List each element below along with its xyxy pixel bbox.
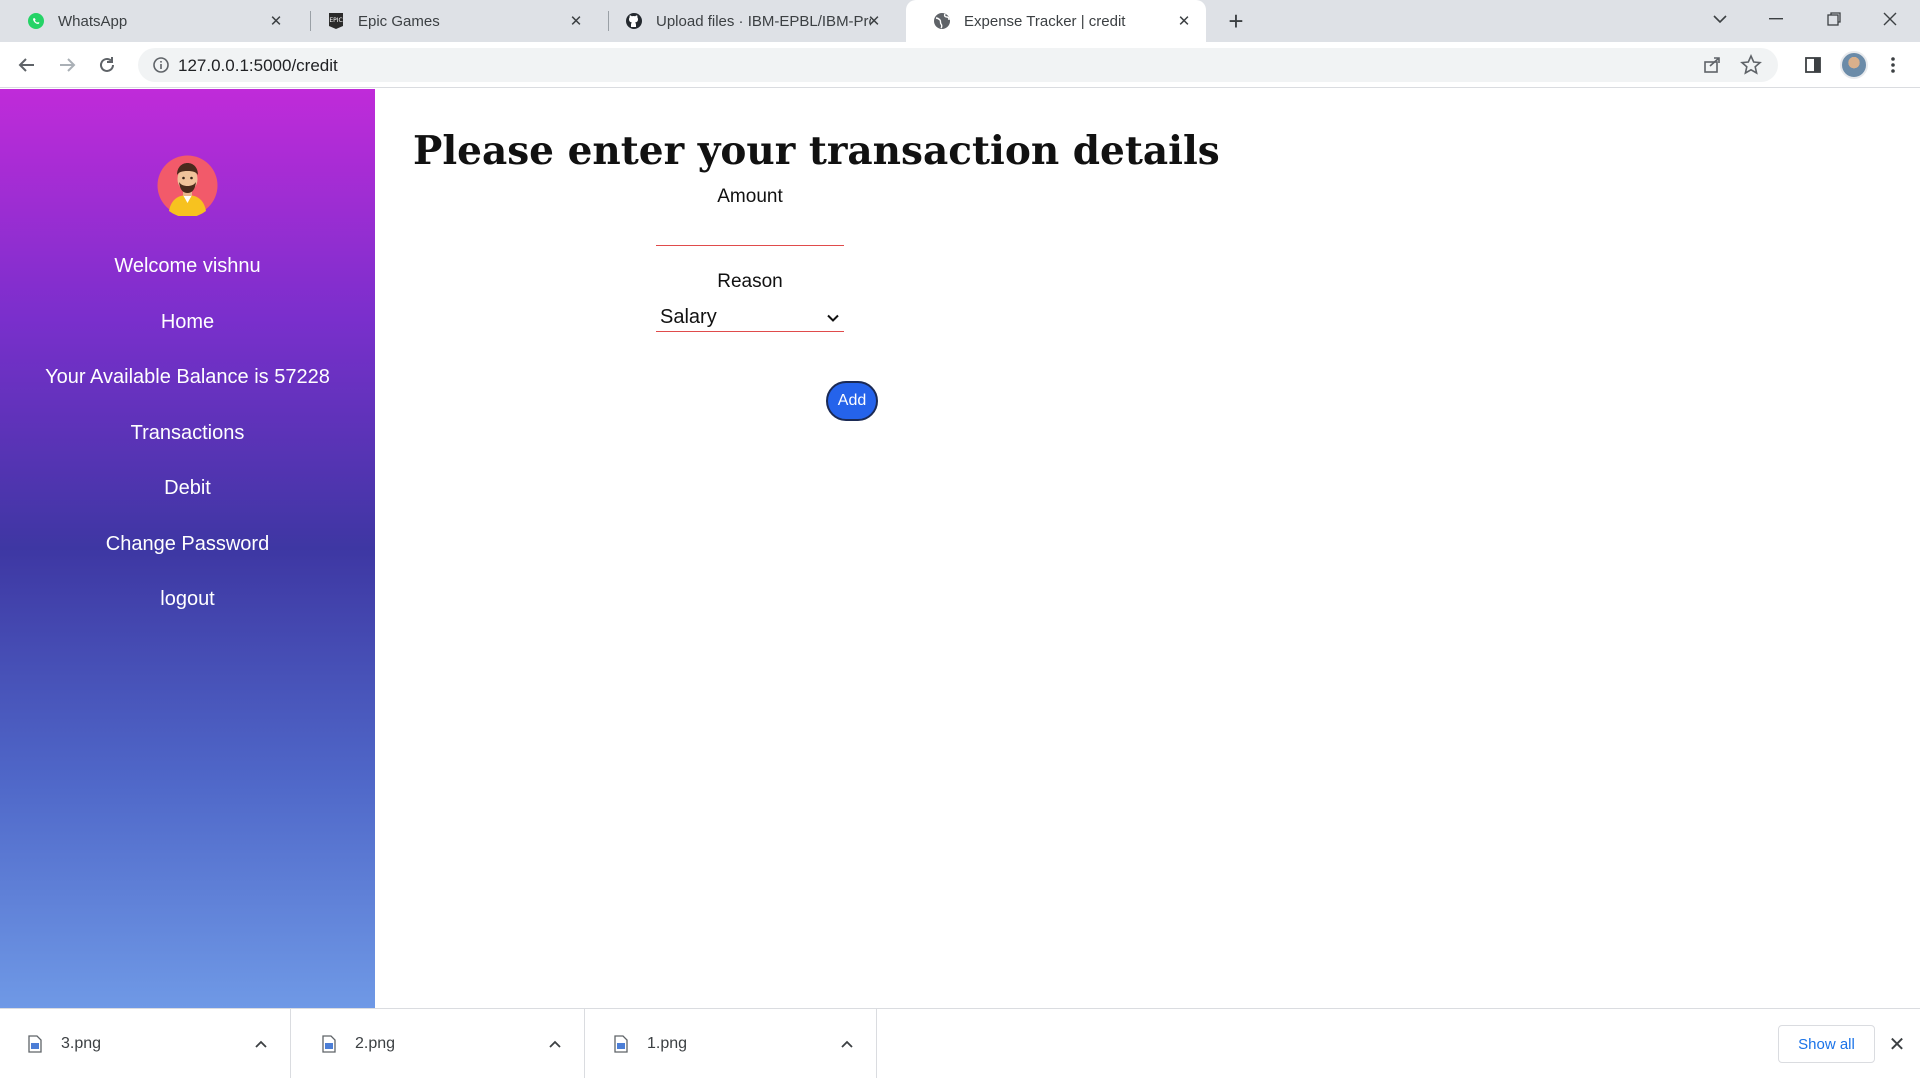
- chevron-up-icon[interactable]: [548, 1037, 562, 1051]
- download-item[interactable]: 1.png: [586, 1009, 877, 1078]
- tab-epic-games[interactable]: EPIC Epic Games ✕: [300, 0, 598, 42]
- amount-label: Amount: [717, 186, 783, 207]
- close-icon[interactable]: ✕: [1176, 13, 1192, 30]
- nav-logout[interactable]: logout: [0, 588, 375, 611]
- tab-title: WhatsApp: [58, 12, 128, 30]
- side-panel-icon[interactable]: [1800, 52, 1826, 78]
- amount-input[interactable]: [656, 220, 844, 246]
- chevron-down-icon: [826, 311, 840, 325]
- image-file-icon: [322, 1035, 336, 1053]
- tab-expense-tracker[interactable]: Expense Tracker | credit ✕: [906, 0, 1206, 42]
- browser-toolbar: 127.0.0.1:5000/credit: [0, 42, 1920, 88]
- nav-available-balance[interactable]: Your Available Balance is 57228: [0, 366, 375, 389]
- page-title: Please enter your transaction details: [413, 128, 1220, 174]
- reason-select[interactable]: Salary: [656, 304, 844, 332]
- reason-selected-value: Salary: [660, 306, 717, 328]
- download-file-name: 2.png: [355, 1035, 396, 1052]
- chevron-up-icon[interactable]: [254, 1037, 268, 1051]
- site-info-icon[interactable]: [152, 56, 170, 74]
- reload-icon[interactable]: [94, 52, 120, 78]
- tab-search-icon[interactable]: [1692, 0, 1748, 38]
- address-bar[interactable]: 127.0.0.1:5000/credit: [138, 48, 1778, 82]
- whatsapp-icon: [26, 11, 46, 31]
- tab-title: Expense Tracker | credit: [964, 12, 1126, 30]
- close-icon[interactable]: ✕: [866, 13, 882, 30]
- image-file-icon: [614, 1035, 628, 1053]
- tab-title: Epic Games: [358, 12, 440, 30]
- profile-avatar[interactable]: [1840, 51, 1868, 79]
- forward-arrow-icon[interactable]: [54, 52, 80, 78]
- menu-kebab-icon[interactable]: [1880, 52, 1906, 78]
- share-icon[interactable]: [1702, 55, 1722, 75]
- nav-transactions[interactable]: Transactions: [0, 422, 375, 445]
- close-icon[interactable]: ✕: [1886, 1033, 1908, 1056]
- nav-debit[interactable]: Debit: [0, 477, 375, 500]
- download-shelf: 3.png 2.png 1.png Show all ✕: [0, 1008, 1920, 1078]
- tab-github-upload[interactable]: Upload files · IBM-EPBL/IBM-Proj ✕: [598, 0, 896, 42]
- tab-whatsapp[interactable]: WhatsApp ✕: [0, 0, 298, 42]
- download-file-name: 1.png: [647, 1035, 688, 1052]
- window-close-icon[interactable]: [1862, 0, 1918, 38]
- download-file-name: 3.png: [61, 1035, 102, 1052]
- minimize-icon[interactable]: [1748, 0, 1804, 38]
- nav-change-password[interactable]: Change Password: [0, 533, 375, 556]
- close-icon[interactable]: ✕: [568, 13, 584, 30]
- add-button[interactable]: Add: [826, 381, 878, 421]
- reason-label: Reason: [717, 271, 783, 292]
- epic-games-icon: EPIC: [326, 11, 346, 31]
- show-all-button[interactable]: Show all: [1778, 1025, 1875, 1063]
- download-item[interactable]: 3.png: [0, 1009, 291, 1078]
- back-arrow-icon[interactable]: [14, 52, 40, 78]
- download-item[interactable]: 2.png: [294, 1009, 585, 1078]
- url-text[interactable]: 127.0.0.1:5000/credit: [178, 56, 338, 76]
- globe-icon: [932, 11, 952, 31]
- chevron-up-icon[interactable]: [840, 1037, 854, 1051]
- image-file-icon: [28, 1035, 42, 1053]
- close-icon[interactable]: ✕: [268, 13, 284, 30]
- bookmark-star-icon[interactable]: [1740, 54, 1762, 76]
- github-icon: [624, 11, 644, 31]
- tab-title: Upload files · IBM-EPBL/IBM-Proj: [656, 12, 871, 30]
- nav-home[interactable]: Home: [0, 311, 375, 334]
- welcome-text: Welcome vishnu: [114, 255, 261, 277]
- new-tab-button[interactable]: +: [1224, 6, 1248, 36]
- restore-icon[interactable]: [1806, 0, 1862, 38]
- browser-tab-strip: WhatsApp ✕ EPIC Epic Games ✕ Upload file…: [0, 0, 1920, 42]
- user-avatar: [157, 155, 218, 218]
- sidebar: Welcome vishnu Home Your Available Balan…: [0, 89, 375, 1008]
- svg-text:EPIC: EPIC: [329, 17, 342, 24]
